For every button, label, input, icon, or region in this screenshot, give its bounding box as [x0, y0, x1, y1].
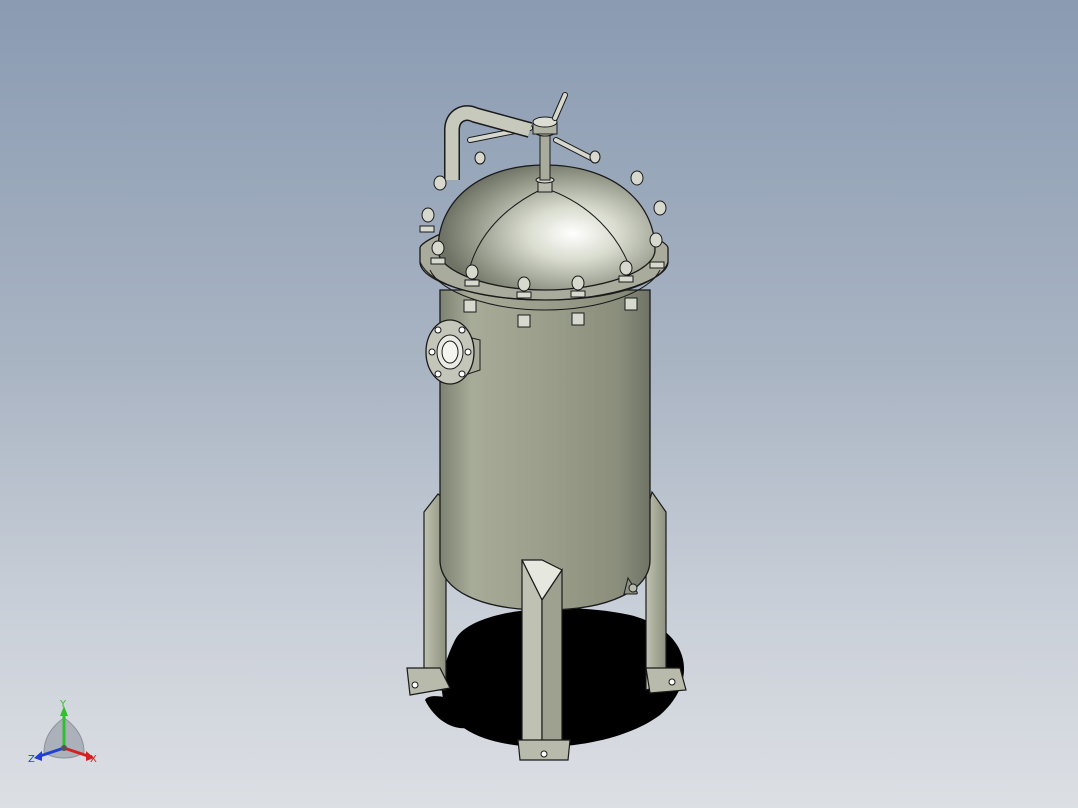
- top-vent-nozzle: [532, 116, 558, 193]
- triad-y-label: Y: [59, 699, 67, 710]
- model-view[interactable]: Y X Z: [0, 0, 1078, 808]
- coordinate-triad[interactable]: Y X Z: [28, 699, 97, 765]
- triad-z-label: Z: [28, 754, 35, 765]
- leg-front: [517, 559, 571, 761]
- lifting-handle: [467, 92, 598, 163]
- graphics-viewport[interactable]: Y X Z: [0, 0, 1078, 808]
- triad-x-label: X: [90, 754, 97, 765]
